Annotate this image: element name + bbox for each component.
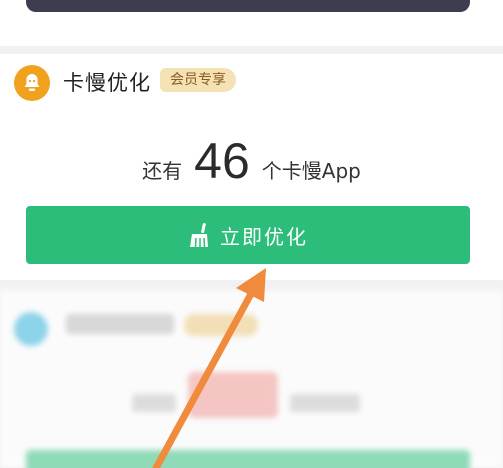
bell-icon xyxy=(14,65,50,101)
broom-icon xyxy=(188,222,212,248)
lag-count-row: 还有 46 个卡慢App xyxy=(0,136,503,186)
blurred-card-title xyxy=(66,314,174,334)
optimize-now-label: 立即优化 xyxy=(220,224,308,249)
previous-card-button[interactable] xyxy=(26,0,470,12)
blurred-card-button[interactable] xyxy=(26,450,470,468)
blurred-next-card xyxy=(0,290,503,468)
lag-app-count: 46 xyxy=(194,133,250,189)
previous-card xyxy=(0,0,503,46)
blurred-count-prefix xyxy=(132,394,176,412)
blurred-count-suffix xyxy=(290,394,360,412)
blurred-card-icon xyxy=(14,312,48,346)
count-suffix: 个卡慢App xyxy=(261,159,361,183)
blurred-count-number xyxy=(188,372,278,418)
optimize-now-button[interactable]: 立即优化 xyxy=(26,206,470,264)
blurred-card-badge xyxy=(184,314,258,336)
vip-badge: 会员专享 xyxy=(160,68,236,92)
count-prefix: 还有 xyxy=(142,159,183,183)
card-title: 卡慢优化 xyxy=(63,71,151,95)
lag-optimization-card: 卡慢优化 会员专享 还有 46 个卡慢App 立即优化 xyxy=(0,54,503,280)
